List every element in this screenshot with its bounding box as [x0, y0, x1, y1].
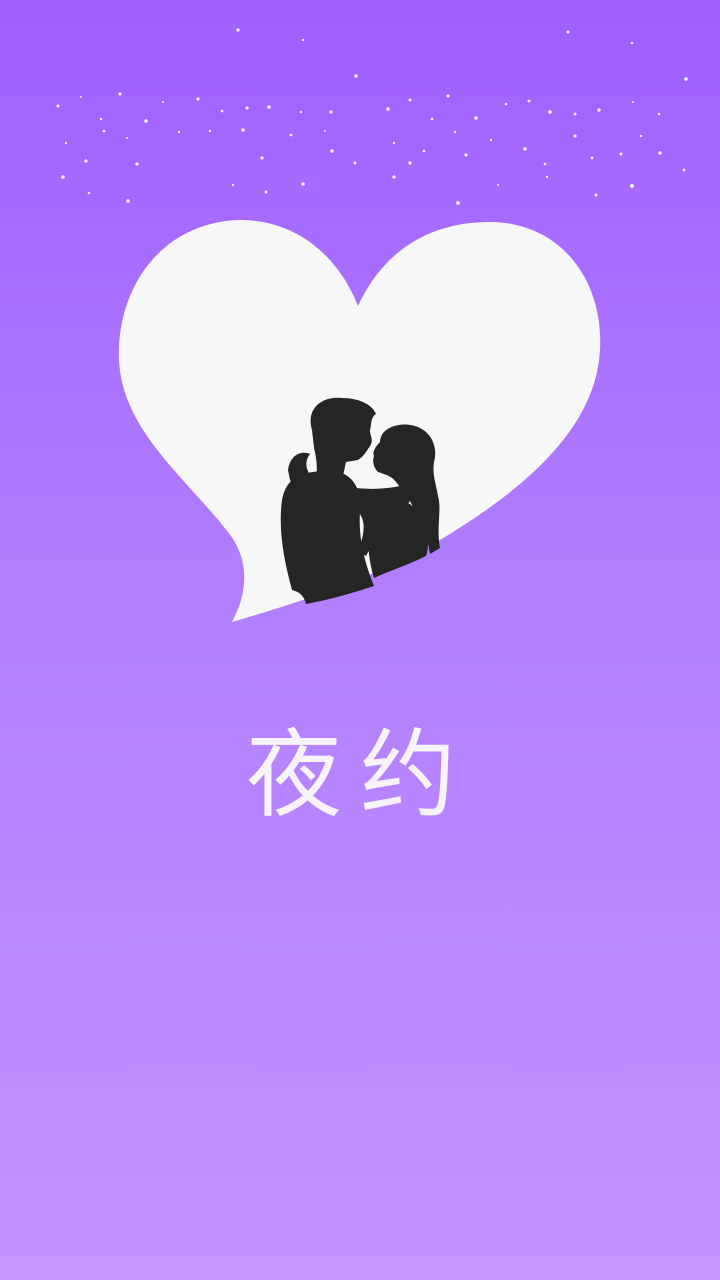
- app-title: 夜约: [246, 719, 474, 831]
- splash-screen: 夜约: [0, 0, 720, 1280]
- heart-couple-silhouette-icon: [118, 220, 601, 622]
